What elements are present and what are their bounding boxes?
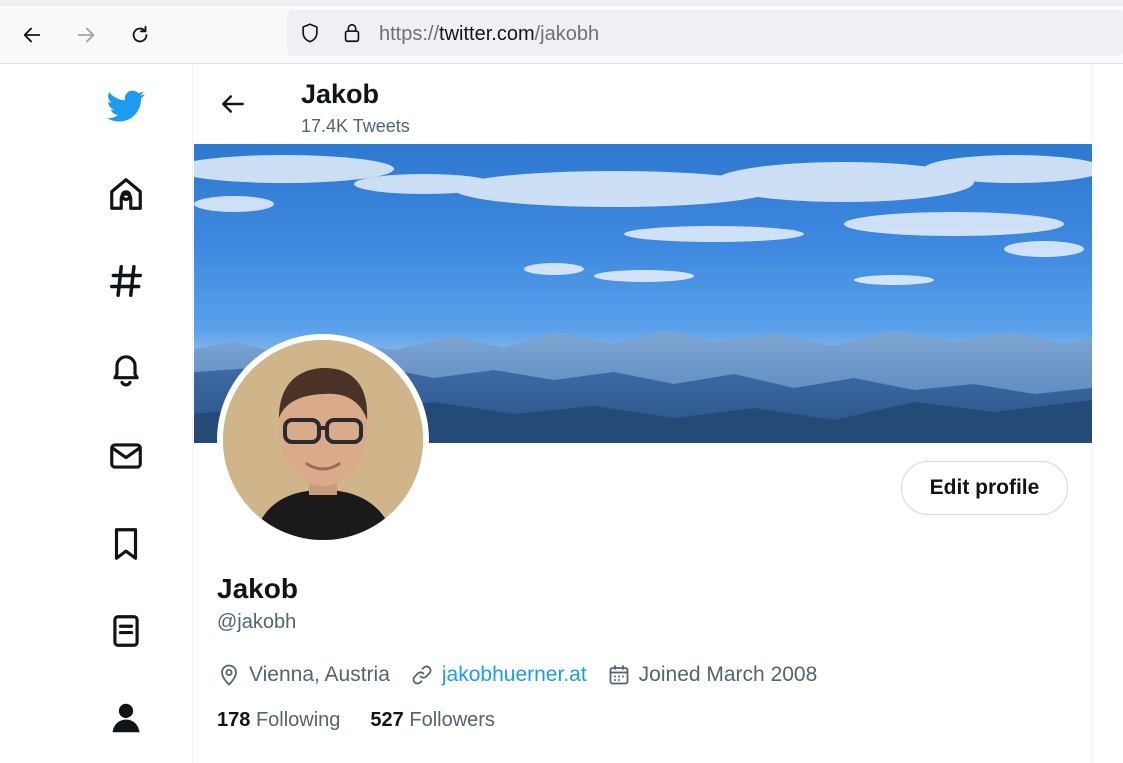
person-portrait-image (223, 340, 423, 540)
profile-handle: @jakobh (217, 611, 297, 633)
hashtag-explore-icon (110, 265, 142, 297)
browser-reload-button[interactable] (125, 20, 155, 50)
link-icon (412, 665, 432, 685)
sidebar-item-notifications[interactable] (104, 347, 148, 391)
reload-icon (132, 25, 148, 43)
browser-forward-button[interactable] (71, 20, 101, 50)
follow-stats: 178 Following 527 Followers (217, 709, 525, 732)
url-domain: twitter.com (439, 23, 535, 45)
browser-toolbar: https://twitter.com/jakobh (0, 0, 1123, 64)
url-protocol: https:// (379, 23, 440, 45)
sidebar-item-profile[interactable] (104, 696, 148, 740)
sidebar-item-messages[interactable] (104, 434, 148, 478)
address-bar[interactable]: https://twitter.com/jakobh (287, 10, 1123, 56)
home-icon (110, 178, 142, 210)
avatar[interactable] (217, 334, 429, 546)
profile-meta: Vienna, Austria jakobhuerner.at Joined M… (217, 661, 837, 689)
followers-label: Followers (409, 709, 495, 731)
profile-icon (112, 703, 140, 733)
header-tweet-count: 17.4K Tweets (301, 116, 410, 136)
profile-joined: Joined March 2008 (607, 663, 818, 687)
joined-text: Joined March 2008 (638, 663, 818, 686)
profile-website: jakobhuerner.at (410, 663, 587, 687)
header-title: Jakob (301, 79, 380, 109)
edit-profile-button[interactable]: Edit profile (901, 461, 1068, 515)
location-pin-icon (221, 664, 237, 686)
following-link[interactable]: 178 Following (217, 709, 340, 732)
shield-icon[interactable] (299, 22, 321, 44)
sidebar-item-explore[interactable] (104, 259, 148, 303)
bookmark-icon (114, 528, 138, 560)
list-icon (113, 615, 139, 647)
bell-notifications-icon (113, 355, 139, 387)
avatar-photo (223, 340, 423, 540)
sidebar-item-home[interactable] (104, 172, 148, 216)
twitter-bird-icon (107, 90, 145, 122)
following-label: Following (255, 709, 341, 731)
twitter-logo-link[interactable] (104, 84, 148, 128)
arrow-right-icon (77, 27, 95, 43)
url-path: /jakobh (534, 23, 600, 45)
location-text: Vienna, Austria (249, 663, 390, 686)
tab-strip-edge (0, 0, 1123, 6)
calendar-icon (609, 665, 629, 685)
sidebar-item-bookmarks[interactable] (104, 522, 148, 566)
profile-column: Jakob 17.4K Tweets Edit profile Jakob @j… (192, 64, 1092, 763)
profile-location: Vienna, Austria (217, 663, 390, 687)
website-link[interactable]: jakobhuerner.at (442, 663, 587, 687)
arrow-left-icon (222, 95, 244, 113)
followers-count: 527 (370, 709, 404, 731)
url-text: https://twitter.com/jakobh (379, 22, 599, 46)
back-button[interactable] (217, 88, 249, 120)
followers-link[interactable]: 527 Followers (370, 709, 495, 732)
profile-display-name: Jakob (217, 573, 298, 604)
envelope-messages-icon (110, 443, 142, 469)
following-count: 178 (217, 709, 251, 731)
lock-icon[interactable] (341, 22, 363, 44)
arrow-left-icon (23, 27, 41, 43)
browser-back-button[interactable] (17, 20, 47, 50)
sidebar-item-lists[interactable] (104, 609, 148, 653)
